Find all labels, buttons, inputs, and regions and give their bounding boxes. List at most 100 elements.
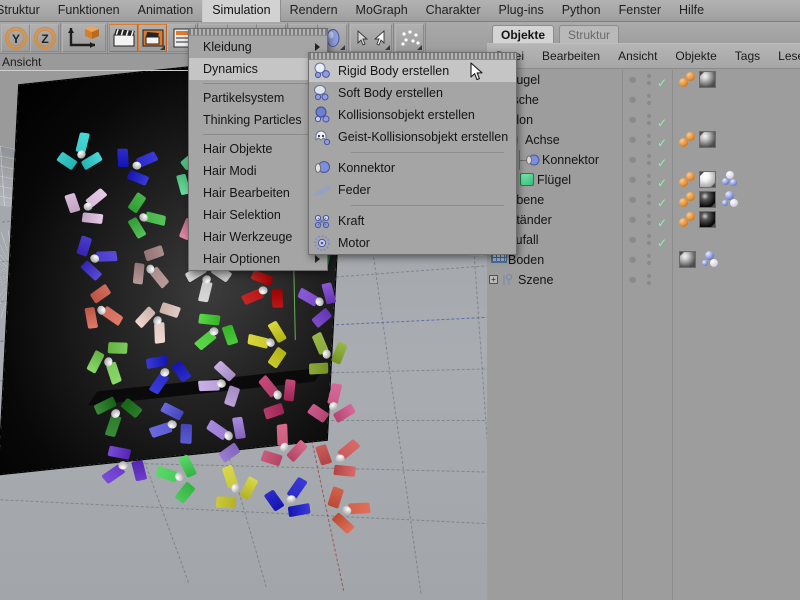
material-preview-tag[interactable] <box>699 131 716 148</box>
enabled-check[interactable]: ✓ <box>657 237 667 249</box>
visibility-dots-render[interactable] <box>647 214 651 228</box>
object-row[interactable]: Klon✓ <box>487 110 800 130</box>
dyn-menu-item-kollisionsobjekt-erstellen[interactable]: Kollisionsobjekt erstellen <box>309 104 516 126</box>
clone-object[interactable] <box>89 391 142 437</box>
sim-menu-item-hair-optionen[interactable]: Hair Optionen <box>189 248 327 270</box>
om-menu-lesez[interactable]: Lesez <box>769 49 800 63</box>
om-menu-ansicht[interactable]: Ansicht <box>609 49 666 63</box>
material-tag[interactable] <box>679 172 697 188</box>
om-tab-struktur[interactable]: Struktur <box>559 25 619 43</box>
sim-menu-item-kleidung[interactable]: Kleidung <box>189 36 327 58</box>
material-preview-tag[interactable] <box>699 191 716 208</box>
visibility-dot-editor[interactable] <box>629 176 636 183</box>
enabled-check[interactable]: ✓ <box>657 137 667 149</box>
dyn-menu-item-feder[interactable]: Feder <box>309 179 516 201</box>
object-row[interactable]: +Flügel✓ <box>487 170 800 190</box>
sim-menu-item-hair-modi[interactable]: Hair Modi <box>189 160 327 182</box>
object-axis-button[interactable] <box>62 24 106 52</box>
visibility-dot-editor[interactable] <box>629 276 636 283</box>
object-row[interactable]: Kugel✓ <box>487 70 800 90</box>
visibility-dots-render[interactable] <box>647 274 651 288</box>
visibility-dots-render[interactable] <box>647 174 651 188</box>
visibility-dots-render[interactable] <box>647 134 651 148</box>
menu-fenster[interactable]: Fenster <box>610 0 670 23</box>
om-menu-objekte[interactable]: Objekte <box>666 49 725 63</box>
dyn-menu-item-konnektor[interactable]: Konnektor <box>309 157 516 179</box>
menu-plug-ins[interactable]: Plug-ins <box>490 0 553 23</box>
visibility-dot-editor[interactable] <box>629 236 636 243</box>
visibility-dots-render[interactable] <box>647 154 651 168</box>
sim-menu-item-hair-bearbeiten[interactable]: Hair Bearbeiten <box>189 182 327 204</box>
visibility-dots-render[interactable] <box>647 254 651 268</box>
enabled-check[interactable]: ✓ <box>657 77 667 89</box>
render-region-button[interactable] <box>138 24 167 52</box>
menu-funktionen[interactable]: Funktionen <box>49 0 129 23</box>
render-view-button[interactable] <box>109 24 138 52</box>
clone-object[interactable] <box>123 193 164 240</box>
visibility-dots-render[interactable] <box>647 94 651 108</box>
menu-grip[interactable] <box>189 29 327 36</box>
axis-z-button[interactable]: Z <box>30 24 59 52</box>
dyn-menu-item-geist-kollisionsobjekt-erstellen[interactable]: Geist-Kollisionsobjekt erstellen <box>309 126 516 148</box>
particles-button[interactable] <box>395 24 424 52</box>
object-row[interactable]: Rutsche <box>487 90 800 110</box>
visibility-dots-render[interactable] <box>647 114 651 128</box>
visibility-dots-render[interactable] <box>647 194 651 208</box>
object-tree[interactable]: Kugel✓RutscheKlon✓Achse✓Konnektor✓+Flüge… <box>487 70 800 600</box>
object-row[interactable]: Boden <box>487 250 800 270</box>
expand-toggle[interactable]: + <box>489 275 498 284</box>
visibility-dot-editor[interactable] <box>629 116 636 123</box>
menu-struktur[interactable]: Struktur <box>0 0 49 23</box>
material-preview-tag[interactable] <box>699 71 716 88</box>
dynamics-body-tag[interactable] <box>721 171 739 188</box>
enabled-check[interactable]: ✓ <box>657 177 667 189</box>
material-tag[interactable] <box>679 212 697 228</box>
axis-y-button[interactable]: Y <box>1 24 30 52</box>
menu-charakter[interactable]: Charakter <box>417 0 490 23</box>
material-tag[interactable] <box>679 72 697 88</box>
clone-object[interactable] <box>249 319 291 367</box>
object-row[interactable]: +Szene <box>487 270 800 290</box>
sim-menu-item-hair-selektion[interactable]: Hair Selektion <box>189 204 327 226</box>
sim-menu-item-dynamics[interactable]: Dynamics <box>189 58 327 80</box>
visibility-dots-render[interactable] <box>647 234 651 248</box>
object-row[interactable]: Ständer✓ <box>487 210 800 230</box>
simulation-menu[interactable]: KleidungDynamics PartikelsystemThinking P… <box>188 28 328 271</box>
sim-menu-item-thinking-particles[interactable]: Thinking Particles <box>189 109 327 131</box>
menu-rendern[interactable]: Rendern <box>281 0 347 23</box>
om-menu-bearbeiten[interactable]: Bearbeiten <box>533 49 609 63</box>
menu-python[interactable]: Python <box>553 0 610 23</box>
submenu-grip[interactable] <box>309 53 516 60</box>
sim-menu-item-partikelsystem[interactable]: Partikelsystem <box>189 87 327 109</box>
sim-menu-item-hair-objekte[interactable]: Hair Objekte <box>189 138 327 160</box>
om-menu-tags[interactable]: Tags <box>726 49 769 63</box>
material-preview-tag[interactable] <box>699 171 716 188</box>
enabled-check[interactable]: ✓ <box>657 197 667 209</box>
visibility-dot-editor[interactable] <box>629 156 636 163</box>
material-preview-tag[interactable] <box>679 251 696 268</box>
visibility-dot-editor[interactable] <box>629 136 636 143</box>
object-row[interactable]: Zufall✓ <box>487 230 800 250</box>
dyn-menu-item-motor[interactable]: Motor <box>309 232 516 254</box>
visibility-dot-editor[interactable] <box>629 196 636 203</box>
menu-hilfe[interactable]: Hilfe <box>670 0 713 23</box>
clone-object[interactable] <box>308 385 357 428</box>
clone-object[interactable] <box>58 134 105 174</box>
menu-simulation[interactable]: Simulation <box>202 0 280 23</box>
clone-object[interactable] <box>155 450 202 504</box>
enabled-check[interactable]: ✓ <box>657 157 667 169</box>
object-row[interactable]: Achse✓ <box>487 130 800 150</box>
visibility-dot-editor[interactable] <box>629 256 636 263</box>
enabled-check[interactable]: ✓ <box>657 117 667 129</box>
visibility-dots-render[interactable] <box>647 74 651 88</box>
material-tag[interactable] <box>679 132 697 148</box>
material-tag[interactable] <box>679 192 697 208</box>
dynamics-collider-tag[interactable] <box>701 251 719 268</box>
om-tab-objekte[interactable]: Objekte <box>492 25 554 43</box>
menu-mograph[interactable]: MoGraph <box>347 0 417 23</box>
dynamics-submenu[interactable]: Rigid Body erstellenSoft Body erstellenK… <box>308 52 517 255</box>
visibility-dot-editor[interactable] <box>629 76 636 83</box>
enabled-check[interactable]: ✓ <box>657 217 667 229</box>
dyn-menu-item-soft-body-erstellen[interactable]: Soft Body erstellen <box>309 82 516 104</box>
sim-menu-item-hair-werkzeuge[interactable]: Hair Werkzeuge <box>189 226 327 248</box>
